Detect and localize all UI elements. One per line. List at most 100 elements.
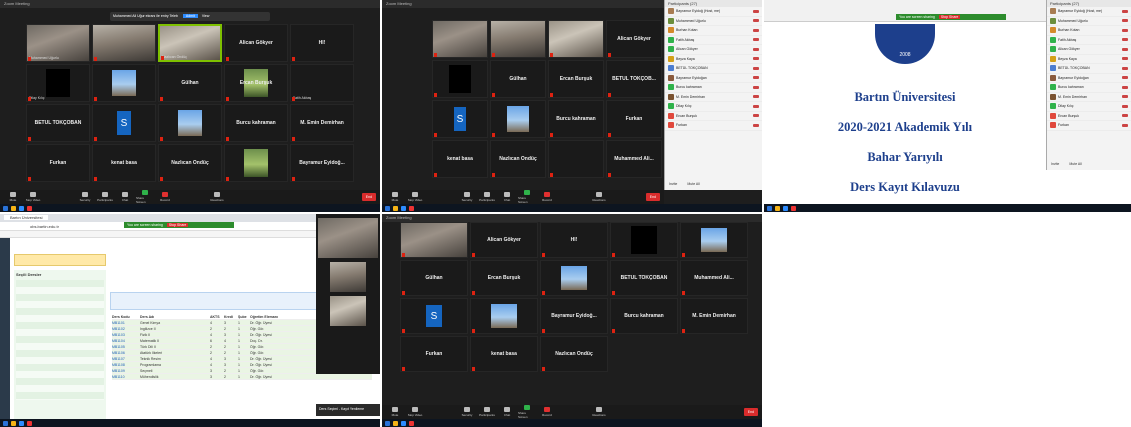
participant-tile[interactable]: Dilay Kılıç bbox=[26, 64, 90, 102]
participant-tile[interactable]: BETÜL TOKÇOBAN bbox=[610, 260, 678, 296]
participant-row[interactable]: Muhammed Uğurlu bbox=[1047, 17, 1131, 26]
participant-tile[interactable]: Gülhan bbox=[400, 260, 468, 296]
participant-tile[interactable] bbox=[92, 64, 156, 102]
participant-tile[interactable]: Burcu kahraman bbox=[548, 100, 604, 138]
participant-row[interactable]: Burcu kahraman bbox=[665, 83, 762, 93]
table-row[interactable]: MB1110 Mühendislik 3 2 1 Dr. Öğr. Üyesi bbox=[112, 374, 372, 380]
participant-tile[interactable]: Nazlıcan Öndüç bbox=[158, 24, 222, 62]
toolbar-mute-button[interactable]: Mute bbox=[386, 407, 404, 417]
participant-tile[interactable] bbox=[400, 222, 468, 258]
participant-tile[interactable]: M. Emin Demirhan bbox=[290, 104, 354, 142]
participant-row[interactable]: BETÜL TOKÇOBAN bbox=[665, 64, 762, 74]
zoom-icon[interactable] bbox=[783, 205, 788, 211]
start-icon[interactable] bbox=[385, 420, 390, 426]
participant-tile[interactable] bbox=[158, 104, 222, 142]
participant-tile[interactable]: Gülhan bbox=[490, 60, 546, 98]
participant-tile[interactable]: Fatih Akbaş bbox=[290, 64, 354, 102]
participant-tile[interactable] bbox=[470, 298, 538, 334]
participant-tile[interactable]: S bbox=[432, 100, 488, 138]
participant-row[interactable]: Ercan Burşuk bbox=[1047, 112, 1131, 121]
toolbar-security-button[interactable]: Security bbox=[458, 192, 476, 202]
participant-row[interactable]: Alican Gökyer bbox=[665, 45, 762, 55]
app-icon[interactable] bbox=[27, 205, 32, 211]
participant-tile[interactable]: kenat basa bbox=[470, 336, 538, 372]
zoom-icon[interactable] bbox=[401, 420, 406, 426]
toolbar-mute-button[interactable]: Mute bbox=[386, 192, 404, 202]
participant-tile[interactable] bbox=[610, 222, 678, 258]
participant-tile[interactable]: Nazlıcan Öndüç bbox=[158, 144, 222, 182]
explorer-icon[interactable] bbox=[11, 420, 16, 426]
view-button[interactable]: View bbox=[202, 14, 210, 18]
participant-tile[interactable]: Ercan Burşuk bbox=[224, 64, 288, 102]
participant-tile[interactable] bbox=[680, 222, 748, 258]
start-icon[interactable] bbox=[767, 205, 772, 211]
toolbar-participants-button[interactable]: Participants bbox=[478, 192, 496, 202]
participant-row[interactable]: Muhammed Uğurlu bbox=[665, 17, 762, 26]
app-icon[interactable] bbox=[409, 420, 414, 426]
participant-tile[interactable]: Nazlıcan Öndüç bbox=[540, 336, 608, 372]
toolbar-chat-button[interactable]: Chat bbox=[498, 407, 516, 417]
stop-share-button[interactable]: Stop Share bbox=[938, 15, 961, 19]
toolbar-stop-video-button[interactable]: Stop Video bbox=[24, 192, 42, 202]
app-icon[interactable] bbox=[791, 205, 796, 211]
toolbar-reactions-button[interactable]: Reactions bbox=[208, 192, 226, 202]
end-meeting-button[interactable]: End bbox=[743, 408, 758, 416]
participant-tile[interactable]: Gülhan bbox=[158, 64, 222, 102]
app-icon[interactable] bbox=[27, 420, 32, 426]
participant-tile[interactable]: Nazlıcan Öndüç bbox=[490, 140, 546, 178]
end-meeting-button[interactable]: End bbox=[361, 193, 376, 201]
app-icon[interactable] bbox=[409, 205, 414, 211]
participant-tile[interactable]: kenat basa bbox=[432, 140, 488, 178]
participant-row[interactable]: Burcu kahraman bbox=[1047, 83, 1131, 93]
participant-row[interactable]: M. Emin Demirhan bbox=[665, 93, 762, 102]
participant-tile[interactable]: Burcu kahraman bbox=[610, 298, 678, 334]
participant-row[interactable]: Burhan Kotan bbox=[665, 26, 762, 36]
participant-row[interactable]: Bayramur Eyidoğ (Host, me) bbox=[665, 7, 762, 17]
participant-row[interactable]: Ercan Burşuk bbox=[665, 112, 762, 121]
toolbar-record-button[interactable]: Record bbox=[156, 192, 174, 202]
toolbar-participants-button[interactable]: Participants bbox=[96, 192, 114, 202]
mute-all-button[interactable]: Mute All bbox=[1069, 162, 1081, 166]
participant-tile[interactable]: Alican Gökyer bbox=[606, 20, 662, 58]
mute-all-button[interactable]: Mute All bbox=[687, 182, 699, 186]
participant-row[interactable]: Fatih Akbaş bbox=[1047, 36, 1131, 45]
invite-button[interactable]: Invite bbox=[1051, 162, 1059, 166]
participant-tile[interactable] bbox=[548, 140, 604, 178]
invite-button[interactable]: Invite bbox=[669, 182, 677, 186]
participant-tile[interactable]: Alican Gökyer bbox=[224, 24, 288, 62]
participant-row[interactable]: Furkan bbox=[1047, 121, 1131, 131]
participant-row[interactable]: Bayramur Eyidoğan bbox=[665, 74, 762, 83]
explorer-icon[interactable] bbox=[393, 205, 398, 211]
toolbar-chat-button[interactable]: Chat bbox=[498, 192, 516, 202]
explorer-icon[interactable] bbox=[775, 205, 780, 211]
zoom-icon[interactable] bbox=[19, 420, 24, 426]
participant-tile[interactable]: kenat basa bbox=[92, 144, 156, 182]
participant-row[interactable]: Burhan Kotan bbox=[1047, 26, 1131, 36]
explorer-icon[interactable] bbox=[393, 420, 398, 426]
end-meeting-button[interactable]: End bbox=[645, 193, 660, 201]
start-icon[interactable] bbox=[3, 205, 8, 211]
toolbar-share-screen-button[interactable]: Share Screen bbox=[518, 190, 536, 204]
participant-tile[interactable]: Bayramur Eyidoğ... bbox=[290, 144, 354, 182]
stop-share-button[interactable]: Stop Share bbox=[166, 223, 189, 227]
participant-tile[interactable]: Burcu kahraman bbox=[224, 104, 288, 142]
toolbar-reactions-button[interactable]: Reactions bbox=[590, 407, 608, 417]
participant-tile[interactable] bbox=[432, 60, 488, 98]
explorer-icon[interactable] bbox=[11, 205, 16, 211]
participant-tile[interactable]: Furkan bbox=[400, 336, 468, 372]
participant-tile[interactable]: Furkan bbox=[26, 144, 90, 182]
participant-tile[interactable]: BETÜL TOKÇOB... bbox=[606, 60, 662, 98]
toolbar-reactions-button[interactable]: Reactions bbox=[590, 192, 608, 202]
participant-tile[interactable]: Muhammed Ali... bbox=[606, 140, 662, 178]
participant-tile[interactable]: Hİ! bbox=[540, 222, 608, 258]
participant-tile[interactable]: M. Emin Demirhan bbox=[680, 298, 748, 334]
participant-row[interactable]: Dilay Kılıç bbox=[665, 102, 762, 112]
participant-tile[interactable] bbox=[490, 20, 546, 58]
participant-row[interactable]: BETÜL TOKÇOBAN bbox=[1047, 64, 1131, 74]
participant-tile[interactable] bbox=[548, 20, 604, 58]
participant-tile[interactable] bbox=[92, 24, 156, 62]
browser-tab[interactable]: Bartın Üniversitesi bbox=[4, 215, 49, 220]
participant-row[interactable]: Beyza Kaya bbox=[665, 55, 762, 64]
zoom-icon[interactable] bbox=[19, 205, 24, 211]
participant-tile[interactable]: Furkan bbox=[606, 100, 662, 138]
